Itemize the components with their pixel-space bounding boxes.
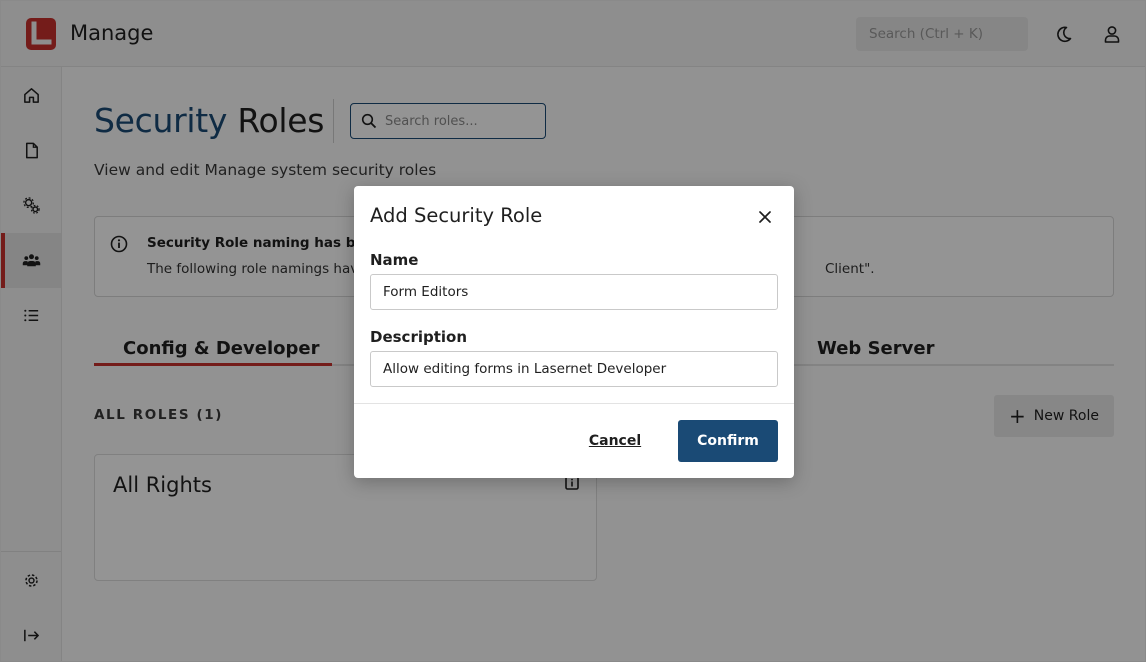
- add-security-role-dialog: Add Security Role Name Description Cance…: [354, 186, 794, 478]
- close-icon[interactable]: [756, 208, 774, 226]
- name-label: Name: [370, 251, 419, 269]
- cancel-button[interactable]: Cancel: [580, 420, 650, 462]
- dialog-title: Add Security Role: [370, 204, 543, 227]
- description-field[interactable]: [370, 351, 778, 387]
- app-window: Manage Search (Ctrl + K) Security Roles …: [0, 0, 1146, 662]
- description-label: Description: [370, 328, 468, 346]
- name-field[interactable]: [370, 274, 778, 310]
- dialog-divider: [354, 403, 794, 404]
- confirm-button[interactable]: Confirm: [678, 420, 778, 462]
